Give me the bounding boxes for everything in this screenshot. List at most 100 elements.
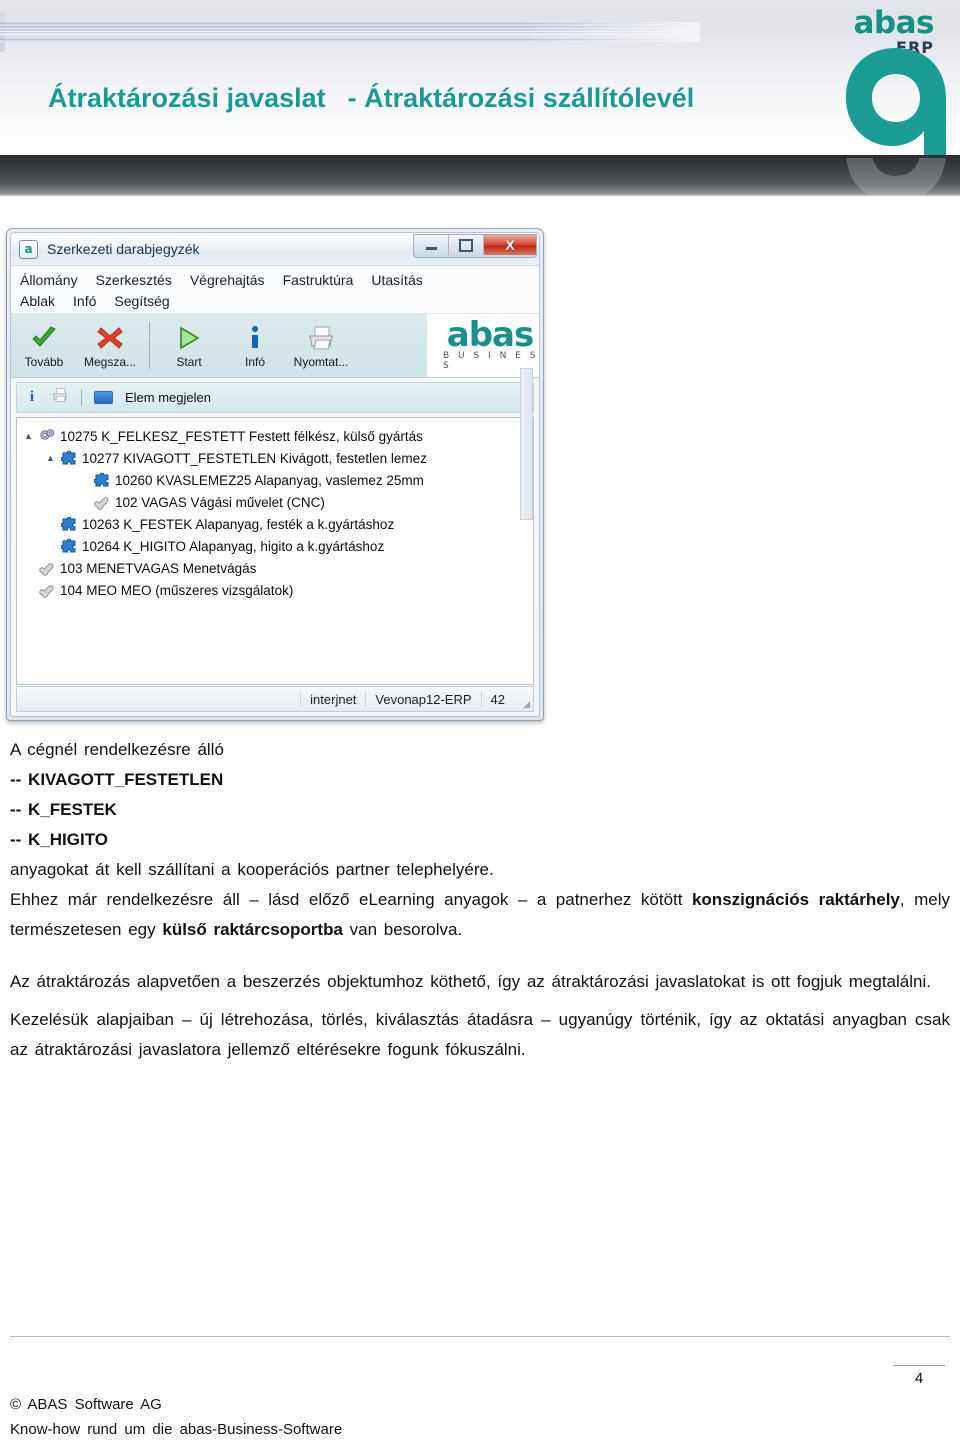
puzzle-icon bbox=[58, 516, 80, 532]
blue-chip-icon bbox=[94, 391, 113, 404]
maximize-button[interactable] bbox=[449, 235, 484, 255]
wrench-icon bbox=[36, 583, 58, 598]
slide-banner: abas ERP Átraktározási javaslat - Átraktá… bbox=[0, 0, 960, 196]
page-title-right: - Átraktározási szállítólevél bbox=[347, 83, 695, 113]
p2-seg-d: van besorolva. bbox=[342, 920, 463, 939]
p2-bold-konszignacios: konszignációs raktárhely bbox=[691, 890, 900, 909]
menu-item-vegrehajtas[interactable]: Végrehajtás bbox=[190, 272, 265, 288]
toolbar-label-start: Start bbox=[176, 354, 202, 369]
toolbar-label-nyomtatas: Nyomtat... bbox=[293, 354, 349, 369]
toolbar-label-info: Infó bbox=[244, 354, 265, 369]
footer-copyright: © ABAS Software AG bbox=[10, 1396, 162, 1413]
page-title-left: Átraktározási javaslat bbox=[48, 83, 326, 113]
abas-a-mark-icon bbox=[840, 46, 952, 158]
info-i-icon bbox=[247, 323, 263, 353]
wrench-icon bbox=[36, 561, 58, 576]
red-cross-icon bbox=[97, 323, 123, 353]
paragraph-handling: Kezelésük alapjaiban – új létrehozása, t… bbox=[10, 1010, 950, 1059]
minimize-button[interactable] bbox=[414, 235, 449, 255]
subtoolbar-label-elem-megjelen[interactable]: Elem megjelen bbox=[125, 390, 211, 405]
footer-tagline: Know-how rund um die abas-Business-Softw… bbox=[10, 1421, 343, 1438]
toolbar-button-megszakitas[interactable]: Megsza... bbox=[77, 314, 143, 377]
footer-text: © ABAS Software AG Know-how rund um die … bbox=[10, 1392, 342, 1442]
info-i-icon[interactable]: i bbox=[25, 389, 39, 406]
page-title: Átraktározási javaslat - Átraktározási sz… bbox=[48, 83, 694, 114]
resize-grip-icon[interactable]: ◢ bbox=[514, 686, 533, 712]
tree-row-label: 102 VAGAS Vágási művelet (CNC) bbox=[115, 494, 325, 510]
wrench-icon bbox=[91, 495, 113, 510]
menu-item-segitseg[interactable]: Segítség bbox=[114, 293, 169, 309]
puzzle-icon bbox=[91, 472, 113, 488]
bom-tree-pane[interactable]: ▲ 10275 K_FELKESZ_FESTETT Festett félkés… bbox=[16, 417, 534, 685]
tree-row-label: 104 MEO MEO (műszeres vizsgálatok) bbox=[60, 582, 294, 598]
main-toolbar: Tovább Megsza... Start Infó Nyomtat... a… bbox=[11, 314, 539, 378]
toolbar-button-tovabb[interactable]: Tovább bbox=[11, 314, 77, 377]
tree-row[interactable]: 104 MEO MEO (műszeres vizsgálatok) bbox=[21, 579, 529, 601]
menubar: Állomány Szerkesztés Végrehajtás Fastruk… bbox=[11, 266, 539, 314]
bullet-item-k-festek: -- K_FESTEK bbox=[10, 800, 117, 819]
abas-logo-wordmark: abas bbox=[853, 5, 935, 41]
tree-row-label: 10275 K_FELKESZ_FESTETT Festett félkész,… bbox=[60, 428, 423, 444]
tree-row[interactable]: ▲ 10277 KIVAGOTT_FESTETLEN Kivágott, fes… bbox=[21, 447, 529, 469]
menu-row-2: Ablak Infó Segítség bbox=[11, 290, 539, 311]
menu-item-fastruktura[interactable]: Fastruktúra bbox=[283, 272, 354, 288]
bullet-item-k-higito: -- K_HIGITO bbox=[10, 830, 109, 849]
menu-item-utasitas[interactable]: Utasítás bbox=[371, 272, 422, 288]
app-icon: a bbox=[19, 239, 38, 259]
toolbar-label-megszakitas: Megsza... bbox=[83, 354, 137, 369]
tree-row-label: 10263 K_FESTEK Alapanyag, festék a k.gyá… bbox=[82, 516, 395, 532]
paragraph-transport-line: anyagokat át kell szállítani a kooperáci… bbox=[10, 860, 494, 879]
secondary-toolbar: i Elem megjelen bbox=[16, 382, 534, 413]
paragraph-intro-line: A cégnél rendelkezésre álló bbox=[10, 740, 224, 759]
banner-dark-band bbox=[0, 155, 960, 196]
toolbar-button-nyomtatas[interactable]: Nyomtat... bbox=[288, 314, 354, 377]
document-body: A cégnél rendelkezésre álló -- KIVAGOTT_… bbox=[0, 735, 960, 1065]
puzzle-icon bbox=[58, 450, 80, 466]
tree-row[interactable]: 102 VAGAS Vágási művelet (CNC) bbox=[21, 491, 529, 513]
vertical-scrollbar[interactable] bbox=[520, 368, 533, 520]
paragraph-consignment: Ehhez már rendelkezésre áll – lásd előző… bbox=[0, 885, 960, 945]
close-button[interactable]: X bbox=[484, 235, 536, 255]
toolbar-logo-word: abas bbox=[446, 315, 534, 356]
gears-icon bbox=[36, 428, 58, 444]
toolbar-button-start[interactable]: Start bbox=[156, 314, 222, 377]
window-title: Szerkezeti darabjegyzék bbox=[47, 241, 200, 257]
window-statusbar: interjnet Vevonap12-ERP 42 ◢ bbox=[16, 686, 534, 712]
footer-divider bbox=[10, 1336, 950, 1337]
tree-row[interactable]: 10260 KVASLEMEZ25 Alapanyag, vaslemez 25… bbox=[21, 469, 529, 491]
toolbar-separator bbox=[149, 322, 150, 369]
toolbar-label-tovabb: Tovább bbox=[24, 354, 64, 369]
tree-row-label: 10277 KIVAGOTT_FESTETLEN Kivágott, feste… bbox=[82, 450, 427, 466]
tree-row[interactable]: 103 MENETVAGAS Menetvágás bbox=[21, 557, 529, 579]
green-play-icon bbox=[176, 323, 202, 353]
menu-row-1: Állomány Szerkesztés Végrehajtás Fastruk… bbox=[11, 269, 539, 290]
menu-item-info[interactable]: Infó bbox=[73, 293, 96, 309]
tree-row-label: 10264 K_HIGITO Alapanyag, higito a k.gyá… bbox=[82, 538, 385, 554]
banner-stripe-decoration bbox=[0, 22, 700, 42]
menu-item-allomany[interactable]: Állomány bbox=[20, 272, 78, 288]
statusbar-cell-count: 42 bbox=[480, 691, 514, 707]
tree-row[interactable]: ▲ 10275 K_FELKESZ_FESTETT Festett félkés… bbox=[21, 425, 529, 447]
tree-row[interactable]: 10264 K_HIGITO Alapanyag, higito a k.gyá… bbox=[21, 535, 529, 557]
expand-arrow-icon[interactable]: ▲ bbox=[21, 431, 36, 441]
statusbar-cell-client: Vevonap12-ERP bbox=[365, 691, 480, 707]
menu-item-ablak[interactable]: Ablak bbox=[20, 293, 55, 309]
bullet-item-kivagott-festetlen: -- KIVAGOTT_FESTETLEN bbox=[10, 770, 224, 789]
subtoolbar-separator bbox=[81, 389, 82, 406]
p2-bold-kulso: külső raktárcsoportba bbox=[162, 920, 343, 939]
printer-icon[interactable] bbox=[51, 387, 69, 408]
window-controls: X bbox=[413, 234, 537, 258]
statusbar-cell-server: interjnet bbox=[300, 691, 365, 707]
abas-a-mark-reflection-icon bbox=[840, 158, 952, 196]
window-titlebar: a Szerkezeti darabjegyzék X bbox=[11, 233, 539, 266]
printer-icon bbox=[306, 323, 336, 353]
expand-arrow-icon[interactable]: ▲ bbox=[43, 453, 58, 463]
tree-row[interactable]: 10263 K_FESTEK Alapanyag, festék a k.gyá… bbox=[21, 513, 529, 535]
green-check-icon bbox=[30, 323, 58, 353]
menu-item-szerkesztes[interactable]: Szerkesztés bbox=[96, 272, 172, 288]
p2-seg-a: Ehhez már rendelkezésre áll – lásd előző… bbox=[10, 890, 692, 909]
toolbar-button-info[interactable]: Infó bbox=[222, 314, 288, 377]
page-number-rule bbox=[893, 1365, 945, 1366]
